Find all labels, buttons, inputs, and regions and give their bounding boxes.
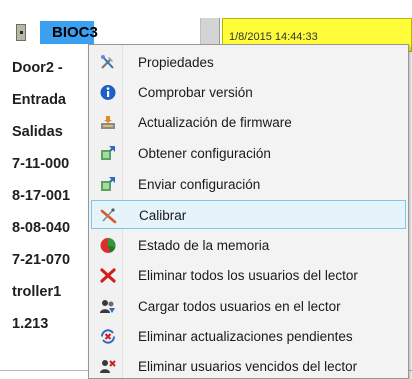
- menu-item-label: Enviar configuración: [138, 177, 261, 192]
- memory-pie-icon: [99, 237, 117, 254]
- menu-item-label: Eliminar actualizaciones pendientes: [138, 329, 353, 344]
- menu-item-enviar-configuracion[interactable]: Enviar configuración: [91, 170, 406, 199]
- menu-item-comprobar-version[interactable]: Comprobar versión: [91, 78, 406, 107]
- menu-item-label: Calibrar: [139, 208, 187, 223]
- calibrate-icon: [100, 207, 118, 224]
- firmware-update-icon: [99, 114, 117, 131]
- info-icon: [99, 84, 117, 101]
- device-name[interactable]: BIOC3: [40, 21, 98, 44]
- menu-item-label: Cargar todos usuarios en el lector: [138, 299, 341, 314]
- get-config-icon: [99, 145, 117, 162]
- menu-item-label: Comprobar versión: [138, 85, 253, 100]
- delete-users-icon: [99, 267, 117, 284]
- menu-item-label: Actualización de firmware: [138, 115, 292, 130]
- menu-item-estado-memoria[interactable]: Estado de la memoria: [91, 231, 406, 260]
- menu-item-label: Eliminar todos los usuarios del lector: [138, 268, 358, 283]
- menu-item-obtener-configuracion[interactable]: Obtener configuración: [91, 139, 406, 168]
- menu-item-label: Eliminar usuarios vencidos del lector: [138, 359, 358, 374]
- menu-item-label: Propiedades: [138, 55, 214, 70]
- device-icon: [16, 24, 26, 41]
- menu-item-propiedades[interactable]: Propiedades: [91, 48, 406, 77]
- menu-item-cargar-usuarios[interactable]: Cargar todos usuarios en el lector: [91, 292, 406, 321]
- menu-item-label: Estado de la memoria: [138, 238, 270, 253]
- context-menu: Propiedades Comprobar versión Actualizac…: [88, 44, 409, 379]
- expired-users-icon: [99, 358, 117, 375]
- send-config-icon: [99, 176, 117, 193]
- menu-item-label: Obtener configuración: [138, 146, 271, 161]
- menu-item-eliminar-todos-usuarios[interactable]: Eliminar todos los usuarios del lector: [91, 261, 406, 290]
- menu-item-actualizacion-firmware[interactable]: Actualización de firmware: [91, 108, 406, 137]
- tools-icon: [99, 54, 117, 71]
- remove-updates-icon: [99, 328, 117, 345]
- menu-item-eliminar-usuarios-vencidos[interactable]: Eliminar usuarios vencidos del lector: [91, 352, 406, 378]
- menu-item-eliminar-actualizaciones[interactable]: Eliminar actualizaciones pendientes: [91, 322, 406, 351]
- load-users-icon: [99, 298, 117, 315]
- menu-item-calibrar[interactable]: Calibrar: [91, 200, 406, 229]
